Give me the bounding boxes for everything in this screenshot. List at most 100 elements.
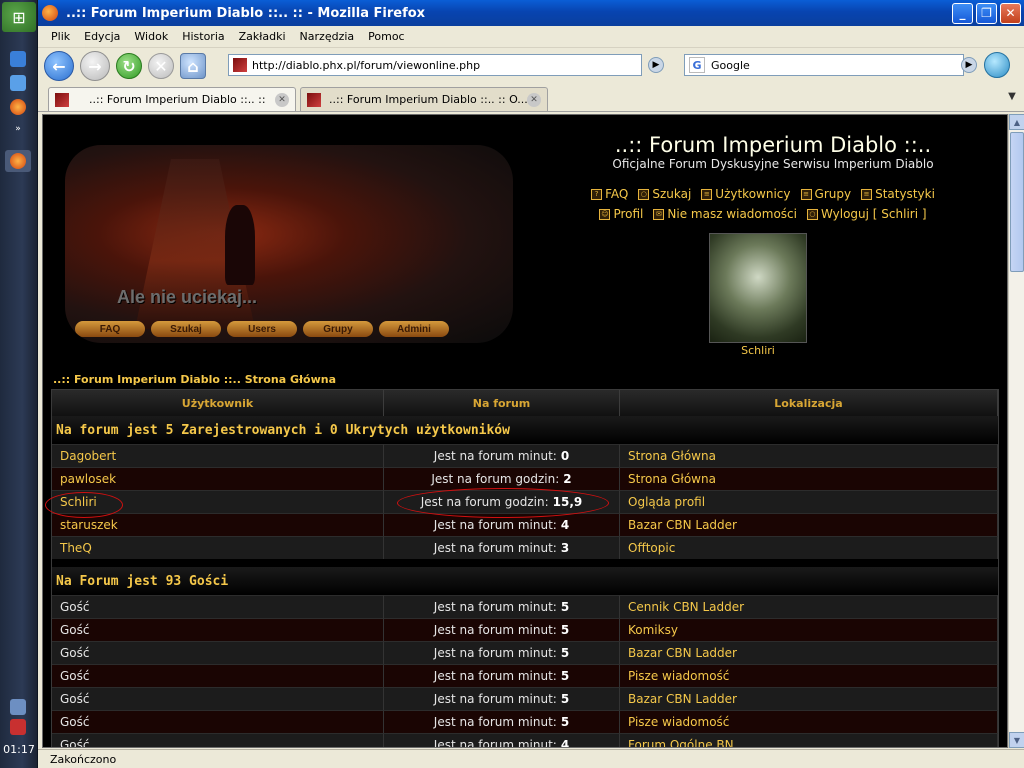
location-link[interactable]: Forum Ogólne BN [620, 733, 998, 747]
search-link[interactable]: ○ Szukaj [638, 187, 691, 201]
user-cell: Gość [52, 733, 384, 747]
network-tray-icon[interactable] [5, 696, 31, 718]
home-button[interactable]: ⌂ [180, 53, 206, 79]
url-bar[interactable]: http://diablo.phx.pl/forum/viewonline.ph… [228, 54, 642, 76]
banner-admins-button[interactable]: Admini [379, 321, 449, 337]
table-row: Gość Jest na forum minut: 5 Pisze wiadomość [52, 710, 998, 733]
tab-label[interactable]: ..:: Forum Imperium Diablo ::.. :: [89, 93, 275, 106]
close-window-button[interactable]: ✕ [1000, 2, 1021, 24]
minimize-button[interactable]: _ [952, 2, 973, 24]
user-cell[interactable]: pawlosek [52, 467, 384, 490]
go-arrow-icon[interactable]: ▶ [648, 57, 664, 73]
location-link[interactable]: Pisze wiadomość [620, 664, 998, 687]
menu-bookmarks[interactable]: Zakładki [232, 30, 293, 43]
firefox-task-icon[interactable] [5, 150, 31, 172]
stop-button[interactable]: ✕ [148, 53, 174, 79]
groups-link-label[interactable]: Grupy [815, 187, 852, 201]
groups-link[interactable]: ≡ Grupy [800, 187, 852, 201]
firefox-quicklaunch-icon[interactable] [5, 96, 31, 118]
search-input[interactable]: Google [711, 59, 750, 72]
location-link[interactable]: Cennik CBN Ladder [620, 595, 998, 618]
search-bar[interactable]: G Google [684, 54, 964, 76]
faq-link[interactable]: ? FAQ [591, 187, 628, 201]
messenger-icon[interactable] [5, 72, 31, 94]
annotation-ellipse-time [397, 488, 609, 518]
scroll-down-icon[interactable]: ▼ [1009, 732, 1024, 748]
online-time-value: 5 [560, 715, 570, 729]
search-go-arrow-icon[interactable]: ▶ [961, 57, 977, 73]
banner-groups-button[interactable]: Grupy [303, 321, 373, 337]
tab-close-icon[interactable]: ✕ [527, 92, 541, 107]
reload-button[interactable]: ↻ [116, 53, 142, 79]
header-banner: Ale nie uciekaj... FAQ Szukaj Users Grup… [65, 145, 513, 343]
banner-users-button[interactable]: Users [227, 321, 297, 337]
search-link-label[interactable]: Szukaj [652, 187, 691, 201]
back-button[interactable]: ← [44, 51, 74, 81]
location-link[interactable]: Bazar CBN Ladder [620, 641, 998, 664]
online-time-cell: Jest na forum minut: 0 [384, 444, 620, 467]
tab-2[interactable]: ..:: Forum Imperium Diablo ::.. :: O... … [300, 87, 548, 111]
table-header: Użytkownik Na forum Lokalizacja [52, 390, 998, 416]
tab-close-icon[interactable]: ✕ [275, 92, 289, 107]
user-cell[interactable]: Dagobert [52, 444, 384, 467]
google-icon[interactable]: G [689, 57, 705, 73]
online-time-label: Jest na forum minut: [433, 646, 557, 660]
avatar-caption[interactable]: Schliri [709, 344, 807, 357]
forward-button[interactable]: → [80, 51, 110, 81]
location-link[interactable]: Offtopic [620, 536, 998, 559]
status-text: Zakończono [50, 752, 117, 766]
location-link[interactable]: Pisze wiadomość [620, 710, 998, 733]
menu-edit[interactable]: Edycja [77, 30, 127, 43]
shield-tray-icon[interactable] [5, 716, 31, 738]
vertical-scrollbar[interactable]: ▲ ▼ [1008, 114, 1024, 748]
faq-link-label[interactable]: FAQ [605, 187, 628, 201]
menu-history[interactable]: Historia [175, 30, 231, 43]
logout-link[interactable]: ○ Wyloguj [ Schliri ] [806, 207, 927, 221]
location-link[interactable]: Bazar CBN Ladder [620, 687, 998, 710]
location-link[interactable]: Komiksy [620, 618, 998, 641]
messages-link[interactable]: ✉ Nie masz wiadomości [653, 207, 797, 221]
messages-link-label[interactable]: Nie masz wiadomości [667, 207, 797, 221]
scroll-up-icon[interactable]: ▲ [1009, 114, 1024, 130]
header-links-row-2: ☺ Profil ✉ Nie masz wiadomości ○ Wyloguj [ … [583, 207, 943, 221]
user-cell: Gość [52, 595, 384, 618]
users-link[interactable]: ≡ Użytkownicy [701, 187, 791, 201]
tab-label[interactable]: ..:: Forum Imperium Diablo ::.. :: O... [329, 93, 527, 106]
breadcrumb[interactable]: ..:: Forum Imperium Diablo ::.. Strona G… [53, 373, 336, 386]
tab-list-chevron-icon[interactable]: ▼ [1002, 86, 1022, 106]
location-link[interactable]: Bazar CBN Ladder [620, 513, 998, 536]
online-users-table: Użytkownik Na forum Lokalizacja Na forum… [51, 389, 999, 747]
menu-view[interactable]: Widok [127, 30, 175, 43]
window-title: ..:: Forum Imperium Diablo ::.. :: - Moz… [66, 5, 426, 21]
extension-globe-icon[interactable] [984, 52, 1010, 78]
location-link[interactable]: Ogląda profil [620, 490, 998, 513]
online-time-value: 3 [560, 541, 570, 555]
stats-icon: ≡ [861, 188, 873, 200]
stats-link[interactable]: ≡ Statystyki [861, 187, 935, 201]
menu-help[interactable]: Pomoc [361, 30, 411, 43]
banner-search-button[interactable]: Szukaj [151, 321, 221, 337]
url-text[interactable]: http://diablo.phx.pl/forum/viewonline.ph… [252, 59, 480, 72]
expand-chevron-icon[interactable]: » [5, 118, 31, 140]
menu-file[interactable]: Plik [44, 30, 77, 43]
profile-link[interactable]: ☺ Profil [599, 207, 643, 221]
user-cell[interactable]: TheQ [52, 536, 384, 559]
scrollbar-thumb[interactable] [1010, 132, 1024, 272]
location-link[interactable]: Strona Główna [620, 444, 998, 467]
avatar[interactable] [709, 233, 807, 343]
windows-start-icon[interactable]: ⊞ [2, 2, 36, 32]
online-time-label: Jest na forum minut: [433, 449, 557, 463]
maximize-button[interactable]: ❐ [976, 2, 997, 24]
profile-link-label[interactable]: Profil [613, 207, 643, 221]
menu-bar: Plik Edycja Widok Historia Zakładki Narz… [38, 26, 1024, 48]
taskbar-clock[interactable]: 01:17 [0, 743, 38, 756]
site-favicon-icon [233, 58, 247, 72]
location-link[interactable]: Strona Główna [620, 467, 998, 490]
internet-explorer-icon[interactable] [5, 48, 31, 70]
users-link-label[interactable]: Użytkownicy [715, 187, 790, 201]
banner-faq-button[interactable]: FAQ [75, 321, 145, 337]
tab-1[interactable]: ..:: Forum Imperium Diablo ::.. :: ✕ [48, 87, 296, 111]
menu-tools[interactable]: Narzędzia [293, 30, 362, 43]
logout-link-label[interactable]: Wyloguj [ Schliri ] [821, 207, 927, 221]
stats-link-label[interactable]: Statystyki [875, 187, 935, 201]
